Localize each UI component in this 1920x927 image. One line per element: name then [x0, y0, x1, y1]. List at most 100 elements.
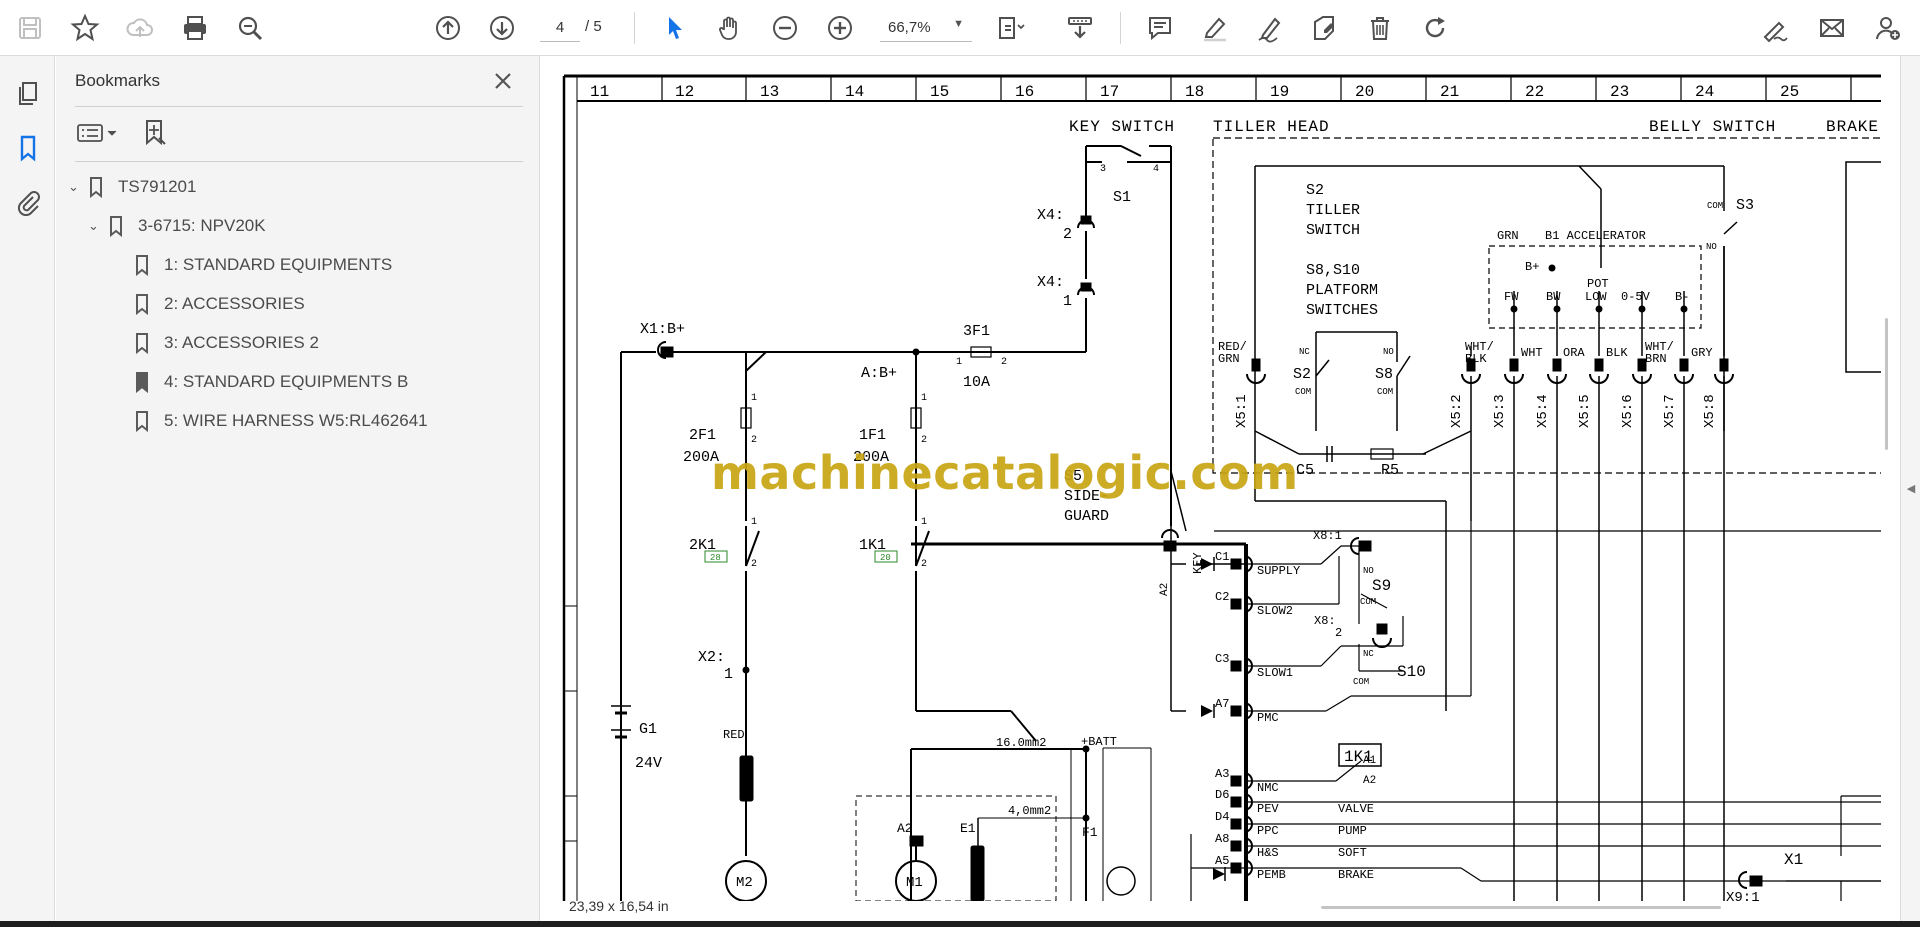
chevron-down-icon[interactable]: ⌄	[68, 179, 86, 195]
sign-icon[interactable]	[1755, 8, 1795, 48]
bookmark-options-button[interactable]	[76, 116, 122, 150]
svg-text:NO: NO	[1706, 242, 1717, 252]
cloud-upload-icon[interactable]	[120, 8, 160, 48]
new-bookmark-icon[interactable]	[138, 116, 172, 150]
header-belly-switch: BELLY SWITCH	[1649, 118, 1776, 136]
svg-text:TILLER: TILLER	[1306, 202, 1360, 219]
document-view[interactable]: 11 12 13 14 15 16 17 18 19 20 21 22 23 2…	[541, 56, 1899, 921]
rotate-icon[interactable]	[1415, 8, 1455, 48]
svg-text:2: 2	[751, 435, 757, 446]
page-size-label: 23,39 x 16,54 in	[569, 898, 669, 914]
header-brake: BRAKE	[1826, 118, 1879, 136]
svg-text:A7: A7	[1215, 697, 1229, 711]
horizontal-scrollbar[interactable]	[1321, 906, 1721, 909]
svg-text:2: 2	[1335, 626, 1342, 640]
svg-text:RED: RED	[723, 728, 745, 742]
bookmark-item-accessories-2[interactable]: 3: ACCESSORIES 2	[132, 328, 319, 358]
svg-text:1: 1	[956, 357, 962, 368]
zoom-out-icon[interactable]	[765, 8, 805, 48]
svg-text:A2: A2	[897, 821, 913, 836]
column-number: 18	[1185, 83, 1204, 101]
svg-text:SOFT: SOFT	[1338, 846, 1367, 860]
column-number: 13	[760, 83, 779, 101]
bookmark-item-standard-equipments-b[interactable]: 4: STANDARD EQUIPMENTS B	[132, 367, 408, 397]
fit-page-icon[interactable]	[990, 8, 1030, 48]
zoom-level-select[interactable]: 66,7% ▼	[880, 14, 972, 42]
draw-icon[interactable]	[1250, 8, 1290, 48]
bookmarks-panel: Bookmarks ⌄ TS791201 ⌄ 3-6715: NPV20K 1:…	[56, 56, 540, 921]
svg-text:28: 28	[710, 553, 721, 563]
svg-text:X8:1: X8:1	[1313, 529, 1342, 543]
svg-text:S10: S10	[1397, 663, 1426, 681]
svg-text:X5:7: X5:7	[1662, 394, 1678, 428]
svg-text:NC: NC	[1299, 347, 1310, 357]
delete-icon[interactable]	[1360, 8, 1400, 48]
svg-text:SWITCH: SWITCH	[1306, 222, 1360, 239]
zoom-in-icon[interactable]	[820, 8, 860, 48]
svg-text:VALVE: VALVE	[1338, 802, 1374, 816]
print-icon[interactable]	[175, 8, 215, 48]
column-number: 23	[1610, 83, 1629, 101]
vertical-scrollbar-thumb[interactable]	[1885, 318, 1888, 450]
save-icon[interactable]	[10, 8, 50, 48]
svg-text:X9:1: X9:1	[1726, 890, 1760, 901]
svg-text:PMC: PMC	[1257, 711, 1279, 725]
svg-text:PPC: PPC	[1257, 824, 1279, 838]
column-number: 11	[590, 83, 609, 101]
bookmark-star-icon[interactable]	[65, 8, 105, 48]
column-number: 12	[675, 83, 694, 101]
scroll-mode-icon[interactable]	[1060, 8, 1100, 48]
svg-text:GRN: GRN	[1218, 352, 1240, 366]
svg-text:0-5V: 0-5V	[1621, 290, 1651, 304]
close-icon[interactable]	[488, 66, 518, 96]
expand-panel-right-icon[interactable]: ◀	[1904, 473, 1918, 503]
svg-text:COM: COM	[1360, 597, 1376, 607]
svg-text:R5: R5	[1381, 462, 1399, 479]
comment-icon[interactable]	[1140, 8, 1180, 48]
svg-text:B+: B+	[1525, 260, 1539, 274]
svg-text:B1 ACCELERATOR: B1 ACCELERATOR	[1545, 229, 1646, 243]
watermark-text: machinecatalogic.com	[711, 446, 1299, 500]
column-number: 25	[1780, 83, 1799, 101]
bookmark-icon	[136, 255, 148, 276]
share-user-icon[interactable]	[1868, 8, 1908, 48]
bookmark-label: 3: ACCESSORIES 2	[164, 333, 319, 352]
svg-text:2: 2	[921, 559, 927, 570]
svg-text:1: 1	[921, 517, 927, 528]
bookmark-label: 2: ACCESSORIES	[164, 294, 305, 313]
svg-text:FW: FW	[1504, 290, 1519, 304]
stamp-icon[interactable]	[1305, 8, 1345, 48]
select-cursor-icon[interactable]	[655, 8, 695, 48]
highlight-pen-icon[interactable]	[1195, 8, 1235, 48]
chevron-down-icon[interactable]: ⌄	[88, 218, 106, 234]
svg-text:SUPPLY: SUPPLY	[1257, 564, 1300, 578]
svg-text:1K1: 1K1	[1344, 748, 1373, 766]
svg-text:3F1: 3F1	[963, 323, 990, 340]
bookmark-item-wire-harness[interactable]: 5: WIRE HARNESS W5:RL462641	[132, 406, 428, 436]
zoom-search-icon[interactable]	[230, 8, 270, 48]
column-number: 20	[1355, 83, 1374, 101]
bookmark-label: 4: STANDARD EQUIPMENTS B	[164, 372, 409, 391]
svg-text:4,0mm2: 4,0mm2	[1008, 804, 1051, 818]
label-x1: X1:B+	[640, 321, 685, 338]
bookmarks-panel-icon[interactable]	[10, 130, 46, 166]
page-number-input[interactable]	[540, 14, 580, 42]
svg-text:C5: C5	[1296, 462, 1314, 479]
bookmark-item-standard-equipments[interactable]: 1: STANDARD EQUIPMENTS	[132, 250, 392, 280]
email-icon[interactable]	[1812, 8, 1852, 48]
page-thumbnails-icon[interactable]	[10, 76, 46, 112]
hand-tool-icon[interactable]	[710, 8, 750, 48]
svg-text:C1: C1	[1215, 550, 1229, 564]
svg-text:E1: E1	[960, 821, 976, 836]
page-up-icon[interactable]	[428, 8, 468, 48]
page-down-icon[interactable]	[482, 8, 522, 48]
bookmark-item-ts791201[interactable]: ⌄ TS791201	[68, 172, 196, 202]
bookmark-item-accessories[interactable]: 2: ACCESSORIES	[132, 289, 305, 319]
svg-text:PUMP: PUMP	[1338, 824, 1367, 838]
attachments-icon[interactable]	[10, 184, 46, 220]
svg-text:GRN: GRN	[1497, 229, 1519, 243]
svg-text:A:B+: A:B+	[861, 365, 897, 382]
vertical-scrollbar-track[interactable]	[1883, 56, 1899, 921]
bookmark-item-npv20k[interactable]: ⌄ 3-6715: NPV20K	[88, 211, 266, 241]
svg-text:+BATT: +BATT	[1081, 735, 1117, 749]
